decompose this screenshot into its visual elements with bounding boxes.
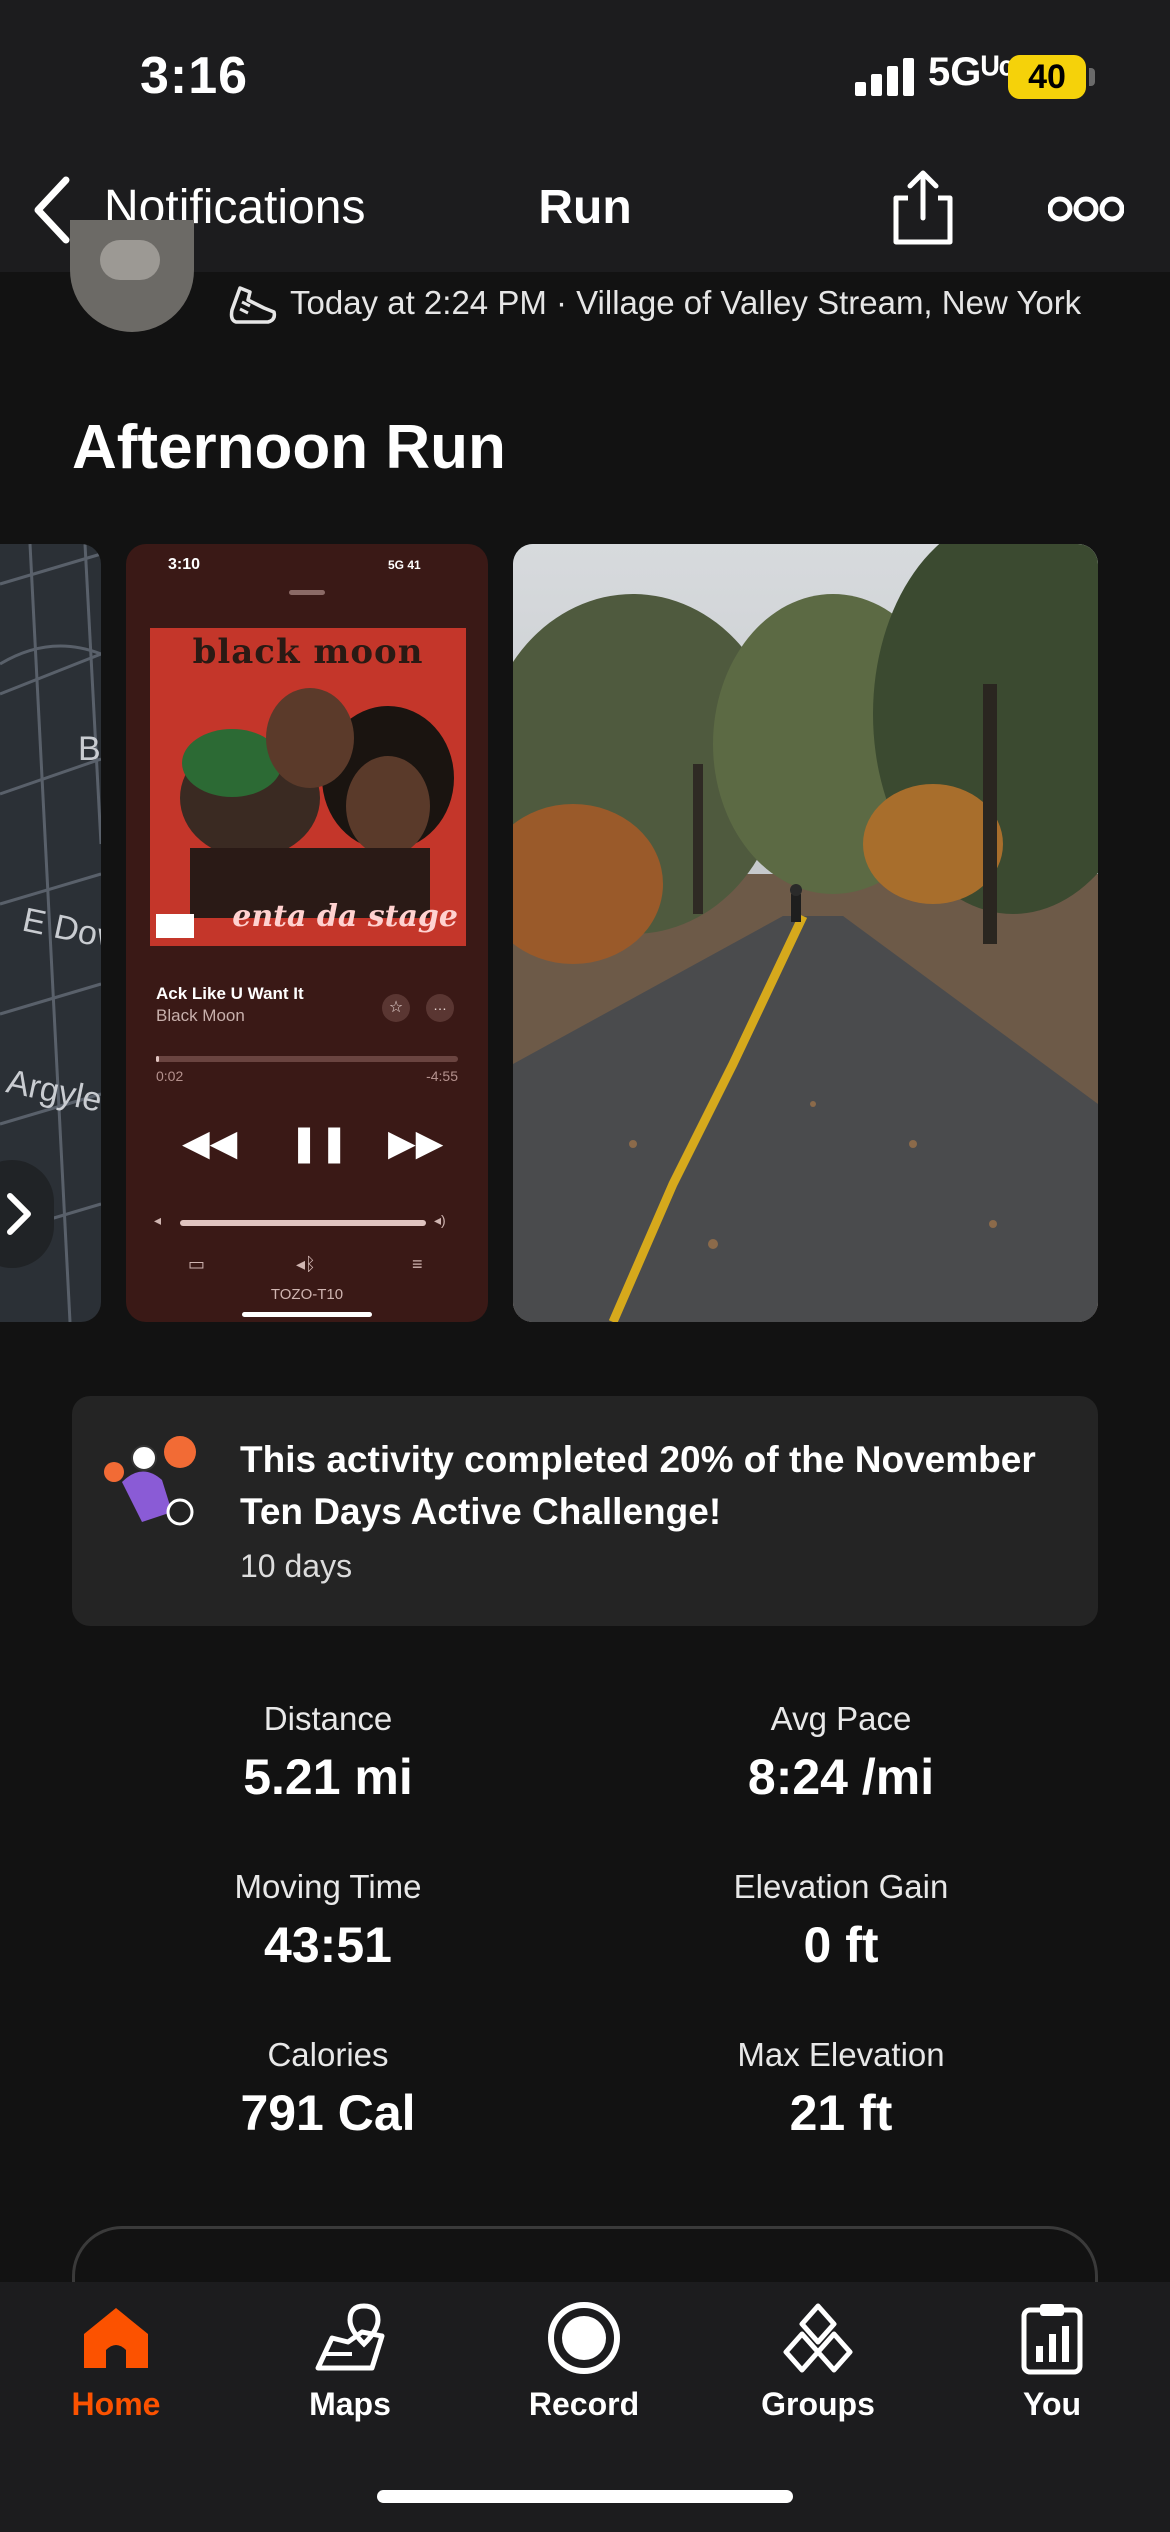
map-icon <box>315 2303 385 2371</box>
home-indicator <box>377 2490 793 2503</box>
battery-cap <box>1089 68 1095 86</box>
music-screenshot[interactable]: 3:10 5G 41 black moon enta da stage Ack … <box>126 544 488 1322</box>
challenge-duration: 10 days <box>240 1548 353 1584</box>
stat-label-elevation-gain: Elevation Gain <box>733 1868 949 1905</box>
run-shoe-icon <box>229 286 277 324</box>
stat-label-moving-time: Moving Time <box>234 1868 422 1905</box>
screenshot-status: 5G 41 <box>388 558 421 572</box>
playback-progress-fill <box>156 1056 160 1062</box>
more-options-icon[interactable] <box>1048 192 1124 226</box>
volume-high-icon: ◂) <box>434 1212 446 1228</box>
remaining-time: -4:55 <box>426 1068 458 1084</box>
playback-progress <box>156 1056 458 1062</box>
sheet-grabber <box>289 590 325 595</box>
tab-home-label: Home <box>71 2386 161 2422</box>
tab-maps-label: Maps <box>309 2386 391 2422</box>
tab-record-label: Record <box>528 2386 640 2422</box>
tab-groups[interactable]: Groups <box>718 2300 918 2450</box>
airplay-icon: ◂ᛒ <box>296 1254 316 1274</box>
stat-value-max-elevation: 21 ft <box>789 2085 893 2141</box>
tab-you-label: You <box>1022 2386 1082 2422</box>
stat-value-moving-time: 43:51 <box>264 1917 392 1973</box>
status-time: 3:16 <box>140 47 249 105</box>
activity-title: Afternoon Run <box>72 413 506 482</box>
star-icon: ☆ <box>382 994 410 1022</box>
track-artist: Black Moon <box>156 1006 245 1025</box>
track-title: Ack Like U Want It <box>156 984 304 1003</box>
challenge-trophy-icon <box>104 1436 196 1526</box>
album-subtitle: enta da stage <box>232 899 458 934</box>
map-label-street: B <box>78 730 101 768</box>
output-device: TOZO-T10 <box>270 1286 344 1303</box>
avatar[interactable] <box>70 220 194 332</box>
home-icon <box>84 2308 148 2368</box>
stat-value-elevation-gain: 0 ft <box>803 1917 879 1973</box>
chevron-right-icon <box>7 1193 31 1235</box>
park-path-photo <box>513 544 1098 1322</box>
volume-slider <box>180 1220 426 1226</box>
tab-home[interactable]: Home <box>16 2300 216 2450</box>
battery-icon: 40 <box>1008 55 1086 99</box>
tab-you[interactable]: You <box>952 2300 1152 2450</box>
lyrics-icon: ▭ <box>188 1254 206 1274</box>
fast-forward-icon: ▶▶ <box>388 1122 444 1163</box>
stat-label-max-elevation: Max Elevation <box>737 2036 945 2073</box>
stat-label-calories: Calories <box>267 2036 389 2073</box>
network-indicator: 5Gᵁᶜ <box>928 50 1014 94</box>
clipboard-icon <box>1021 2304 1083 2375</box>
tab-groups-label: Groups <box>761 2386 875 2422</box>
screenshot-time: 3:10 <box>168 556 201 573</box>
pause-icon: ❚❚ <box>289 1122 350 1163</box>
media-next-button[interactable] <box>0 1160 54 1268</box>
volume-low-icon: ◂ <box>154 1212 162 1228</box>
groups-icon <box>783 2303 853 2373</box>
elapsed-time: 0:02 <box>156 1068 184 1084</box>
activity-meta: Today at 2:24 PM · Village of Valley Str… <box>290 284 1082 321</box>
queue-icon: ≡ <box>412 1254 423 1274</box>
record-icon <box>548 2302 620 2374</box>
challenge-card[interactable]: This activity completed 20% of the Novem… <box>72 1396 1098 1626</box>
stat-value-avg-pace: 8:24 /mi <box>747 1749 935 1805</box>
challenge-text: This activity completed 20% of the Novem… <box>240 1439 1036 1532</box>
signal-icon <box>855 58 915 96</box>
more-icon: … <box>426 994 454 1022</box>
screenshot-home-indicator <box>242 1312 372 1317</box>
share-icon[interactable] <box>888 168 958 248</box>
tab-record[interactable]: Record <box>484 2300 684 2450</box>
tab-maps[interactable]: Maps <box>250 2300 450 2450</box>
status-bar: 3:16 5Gᵁᶜ 40 <box>0 0 1170 150</box>
stat-value-distance: 5.21 mi <box>243 1749 413 1805</box>
album-art: black moon enta da stage <box>150 628 466 946</box>
stat-label-avg-pace: Avg Pace <box>770 1700 912 1737</box>
stat-label-distance: Distance <box>263 1700 393 1737</box>
rewind-icon: ◀◀ <box>182 1122 238 1163</box>
stat-value-calories: 791 Cal <box>240 2085 416 2141</box>
run-photo[interactable] <box>513 544 1098 1322</box>
